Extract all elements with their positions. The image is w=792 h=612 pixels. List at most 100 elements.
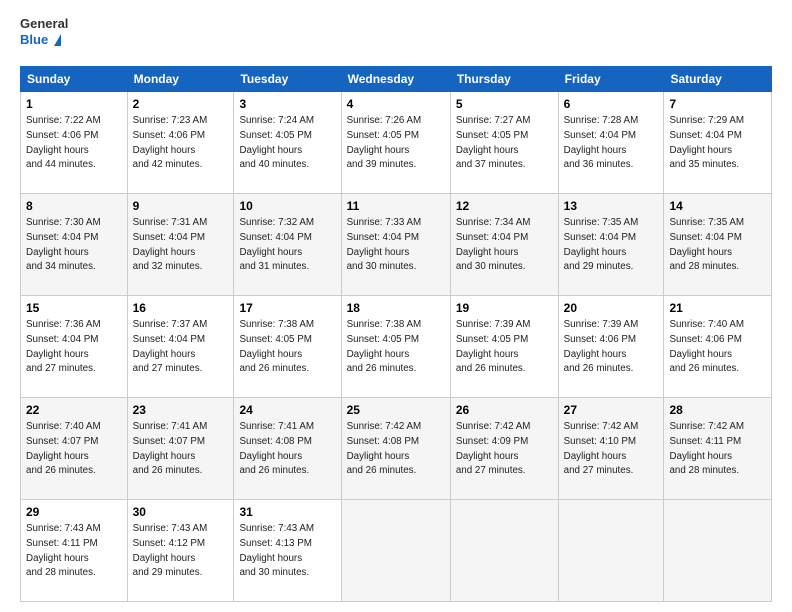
calendar-cell: 4 Sunrise: 7:26 AMSunset: 4:05 PMDayligh…: [341, 92, 450, 194]
calendar-body: 1 Sunrise: 7:22 AMSunset: 4:06 PMDayligh…: [21, 92, 772, 602]
day-number: 13: [564, 198, 659, 214]
day-number: 31: [239, 504, 335, 520]
calendar-cell: 29 Sunrise: 7:43 AMSunset: 4:11 PMDaylig…: [21, 500, 128, 602]
calendar-cell: 20 Sunrise: 7:39 AMSunset: 4:06 PMDaylig…: [558, 296, 664, 398]
day-info: Sunrise: 7:22 AMSunset: 4:06 PMDaylight …: [26, 115, 101, 170]
day-info: Sunrise: 7:43 AMSunset: 4:13 PMDaylight …: [239, 523, 314, 578]
calendar-cell: [664, 500, 772, 602]
day-number: 30: [133, 504, 229, 520]
week-row-2: 8 Sunrise: 7:30 AMSunset: 4:04 PMDayligh…: [21, 194, 772, 296]
calendar-cell: 28 Sunrise: 7:42 AMSunset: 4:11 PMDaylig…: [664, 398, 772, 500]
day-number: 1: [26, 96, 122, 112]
day-number: 6: [564, 96, 659, 112]
logo-container: General Blue: [20, 16, 62, 58]
day-info: Sunrise: 7:24 AMSunset: 4:05 PMDaylight …: [239, 115, 314, 170]
column-headers: SundayMondayTuesdayWednesdayThursdayFrid…: [21, 67, 772, 92]
calendar-cell: [341, 500, 450, 602]
calendar-cell: 16 Sunrise: 7:37 AMSunset: 4:04 PMDaylig…: [127, 296, 234, 398]
col-header-saturday: Saturday: [664, 67, 772, 92]
day-info: Sunrise: 7:28 AMSunset: 4:04 PMDaylight …: [564, 115, 639, 170]
calendar-cell: 2 Sunrise: 7:23 AMSunset: 4:06 PMDayligh…: [127, 92, 234, 194]
day-number: 20: [564, 300, 659, 316]
day-number: 14: [669, 198, 766, 214]
day-number: 21: [669, 300, 766, 316]
day-number: 28: [669, 402, 766, 418]
day-number: 19: [456, 300, 553, 316]
day-info: Sunrise: 7:42 AMSunset: 4:08 PMDaylight …: [347, 421, 422, 476]
day-info: Sunrise: 7:42 AMSunset: 4:11 PMDaylight …: [669, 421, 744, 476]
day-info: Sunrise: 7:43 AMSunset: 4:11 PMDaylight …: [26, 523, 101, 578]
day-number: 15: [26, 300, 122, 316]
calendar-cell: 10 Sunrise: 7:32 AMSunset: 4:04 PMDaylig…: [234, 194, 341, 296]
week-row-1: 1 Sunrise: 7:22 AMSunset: 4:06 PMDayligh…: [21, 92, 772, 194]
logo-arrow: [54, 34, 61, 46]
day-info: Sunrise: 7:40 AMSunset: 4:06 PMDaylight …: [669, 319, 744, 374]
calendar-cell: 13 Sunrise: 7:35 AMSunset: 4:04 PMDaylig…: [558, 194, 664, 296]
day-info: Sunrise: 7:30 AMSunset: 4:04 PMDaylight …: [26, 217, 101, 272]
col-header-friday: Friday: [558, 67, 664, 92]
day-number: 4: [347, 96, 445, 112]
calendar-cell: 3 Sunrise: 7:24 AMSunset: 4:05 PMDayligh…: [234, 92, 341, 194]
logo-blue: Blue: [20, 32, 48, 47]
day-info: Sunrise: 7:33 AMSunset: 4:04 PMDaylight …: [347, 217, 422, 272]
calendar-cell: 14 Sunrise: 7:35 AMSunset: 4:04 PMDaylig…: [664, 194, 772, 296]
page: General Blue SundayMondayTuesdayWednesda…: [0, 0, 792, 612]
day-number: 12: [456, 198, 553, 214]
calendar-cell: 1 Sunrise: 7:22 AMSunset: 4:06 PMDayligh…: [21, 92, 128, 194]
calendar-cell: 25 Sunrise: 7:42 AMSunset: 4:08 PMDaylig…: [341, 398, 450, 500]
week-row-3: 15 Sunrise: 7:36 AMSunset: 4:04 PMDaylig…: [21, 296, 772, 398]
day-number: 25: [347, 402, 445, 418]
day-number: 26: [456, 402, 553, 418]
day-number: 16: [133, 300, 229, 316]
col-header-wednesday: Wednesday: [341, 67, 450, 92]
day-info: Sunrise: 7:27 AMSunset: 4:05 PMDaylight …: [456, 115, 531, 170]
calendar-cell: 17 Sunrise: 7:38 AMSunset: 4:05 PMDaylig…: [234, 296, 341, 398]
day-info: Sunrise: 7:31 AMSunset: 4:04 PMDaylight …: [133, 217, 208, 272]
calendar-cell: 22 Sunrise: 7:40 AMSunset: 4:07 PMDaylig…: [21, 398, 128, 500]
col-header-tuesday: Tuesday: [234, 67, 341, 92]
calendar-cell: 12 Sunrise: 7:34 AMSunset: 4:04 PMDaylig…: [450, 194, 558, 296]
calendar-cell: 30 Sunrise: 7:43 AMSunset: 4:12 PMDaylig…: [127, 500, 234, 602]
calendar-cell: 31 Sunrise: 7:43 AMSunset: 4:13 PMDaylig…: [234, 500, 341, 602]
logo-graphic: General Blue: [20, 16, 62, 58]
day-number: 24: [239, 402, 335, 418]
calendar-cell: 9 Sunrise: 7:31 AMSunset: 4:04 PMDayligh…: [127, 194, 234, 296]
day-number: 2: [133, 96, 229, 112]
calendar-cell: 8 Sunrise: 7:30 AMSunset: 4:04 PMDayligh…: [21, 194, 128, 296]
day-number: 18: [347, 300, 445, 316]
calendar-cell: 18 Sunrise: 7:38 AMSunset: 4:05 PMDaylig…: [341, 296, 450, 398]
calendar-cell: 5 Sunrise: 7:27 AMSunset: 4:05 PMDayligh…: [450, 92, 558, 194]
day-number: 8: [26, 198, 122, 214]
col-header-sunday: Sunday: [21, 67, 128, 92]
day-info: Sunrise: 7:42 AMSunset: 4:10 PMDaylight …: [564, 421, 639, 476]
day-number: 11: [347, 198, 445, 214]
day-info: Sunrise: 7:41 AMSunset: 4:08 PMDaylight …: [239, 421, 314, 476]
calendar-cell: 7 Sunrise: 7:29 AMSunset: 4:04 PMDayligh…: [664, 92, 772, 194]
day-number: 23: [133, 402, 229, 418]
calendar-cell: 27 Sunrise: 7:42 AMSunset: 4:10 PMDaylig…: [558, 398, 664, 500]
day-info: Sunrise: 7:32 AMSunset: 4:04 PMDaylight …: [239, 217, 314, 272]
day-number: 17: [239, 300, 335, 316]
day-number: 9: [133, 198, 229, 214]
day-number: 7: [669, 96, 766, 112]
day-info: Sunrise: 7:38 AMSunset: 4:05 PMDaylight …: [347, 319, 422, 374]
day-info: Sunrise: 7:34 AMSunset: 4:04 PMDaylight …: [456, 217, 531, 272]
day-info: Sunrise: 7:43 AMSunset: 4:12 PMDaylight …: [133, 523, 208, 578]
day-number: 29: [26, 504, 122, 520]
day-info: Sunrise: 7:39 AMSunset: 4:05 PMDaylight …: [456, 319, 531, 374]
calendar-cell: 21 Sunrise: 7:40 AMSunset: 4:06 PMDaylig…: [664, 296, 772, 398]
day-info: Sunrise: 7:29 AMSunset: 4:04 PMDaylight …: [669, 115, 744, 170]
day-info: Sunrise: 7:38 AMSunset: 4:05 PMDaylight …: [239, 319, 314, 374]
day-info: Sunrise: 7:37 AMSunset: 4:04 PMDaylight …: [133, 319, 208, 374]
calendar-cell: 23 Sunrise: 7:41 AMSunset: 4:07 PMDaylig…: [127, 398, 234, 500]
day-number: 22: [26, 402, 122, 418]
day-number: 10: [239, 198, 335, 214]
day-info: Sunrise: 7:42 AMSunset: 4:09 PMDaylight …: [456, 421, 531, 476]
week-row-4: 22 Sunrise: 7:40 AMSunset: 4:07 PMDaylig…: [21, 398, 772, 500]
day-number: 3: [239, 96, 335, 112]
logo-general: General: [20, 16, 68, 31]
day-number: 5: [456, 96, 553, 112]
calendar-cell: [558, 500, 664, 602]
day-info: Sunrise: 7:26 AMSunset: 4:05 PMDaylight …: [347, 115, 422, 170]
calendar-cell: 15 Sunrise: 7:36 AMSunset: 4:04 PMDaylig…: [21, 296, 128, 398]
